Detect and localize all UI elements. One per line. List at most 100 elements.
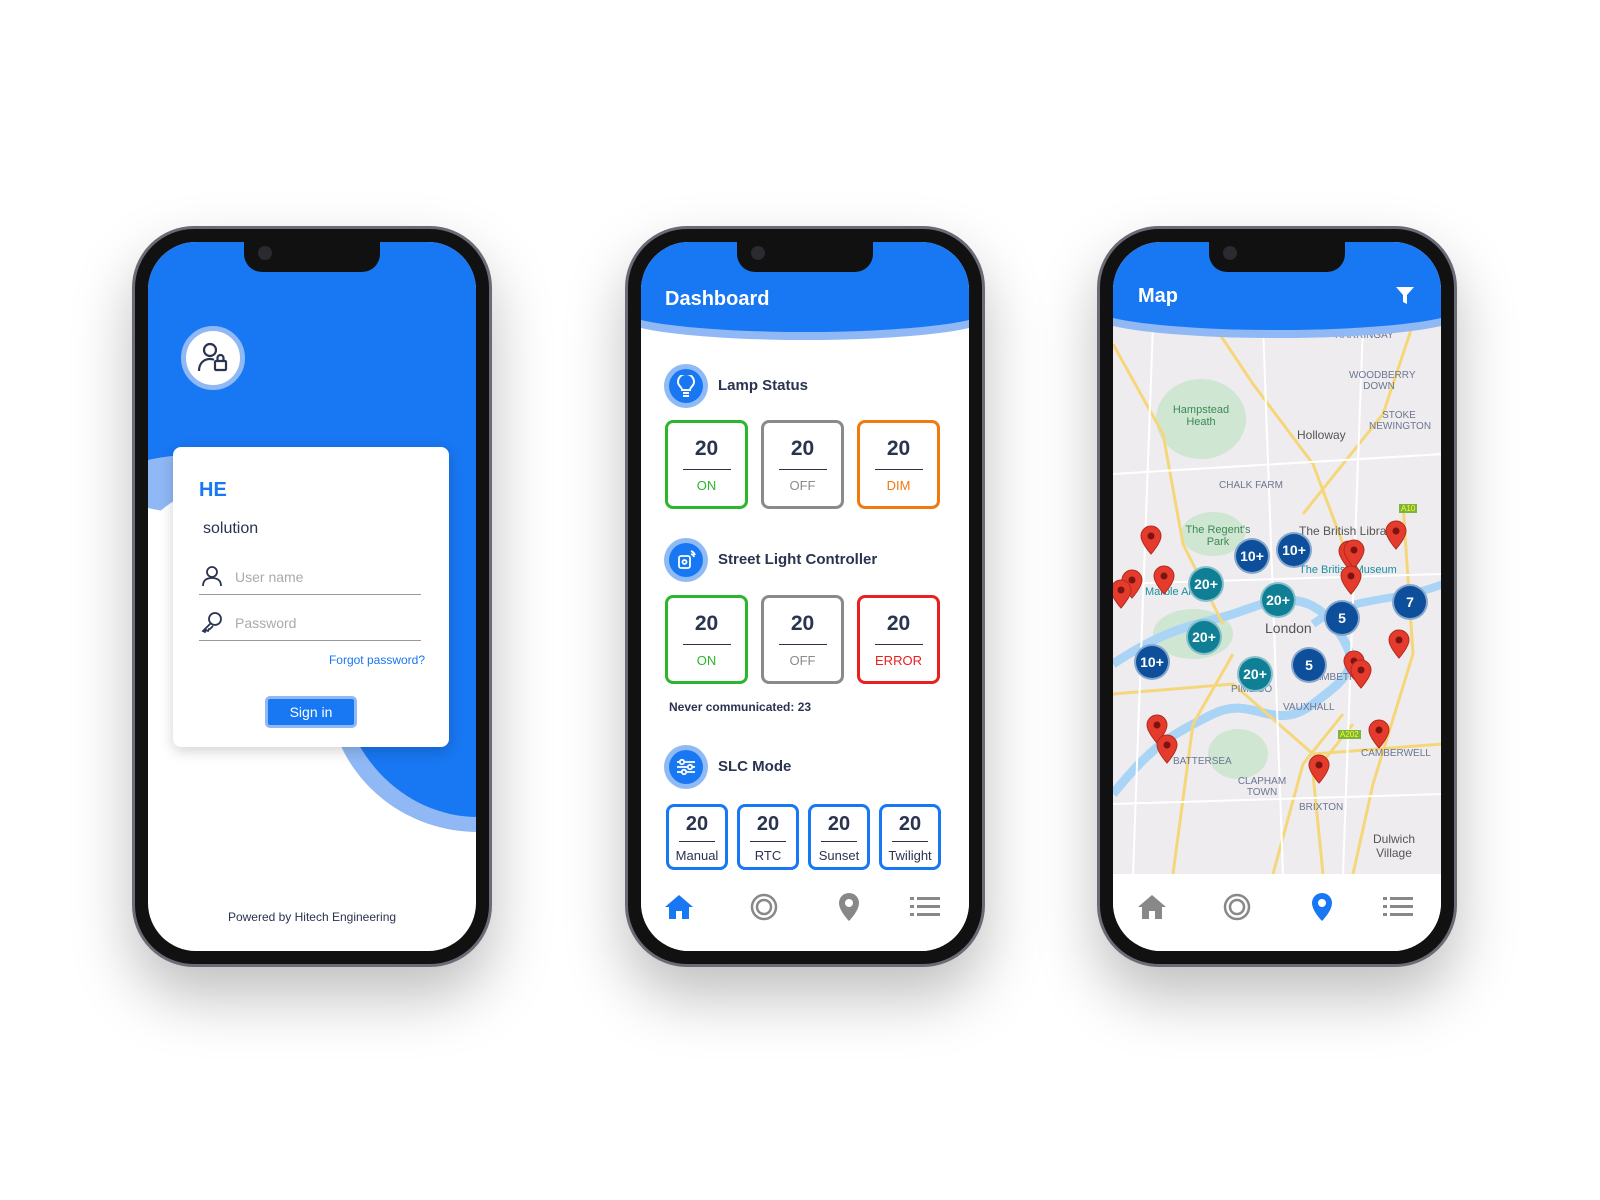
map-label: Holloway [1297, 428, 1346, 442]
map-cluster[interactable]: 10+ [1234, 538, 1270, 574]
login-card: HE solution User name Password Forgot pa… [173, 447, 449, 747]
label: ON [696, 478, 717, 493]
map-cluster[interactable]: 20+ [1186, 619, 1222, 655]
map-cluster[interactable]: 7 [1392, 584, 1428, 620]
map-label: WOODBERRY DOWN [1349, 370, 1416, 392]
label: OFF [789, 478, 816, 493]
lamp-dim-card[interactable]: 20 DIM [857, 420, 940, 509]
map-screen: HARRINGAY WOODBERRY DOWN Hampstead Heath… [1113, 242, 1441, 951]
label: ERROR [875, 653, 922, 668]
user-icon [202, 566, 222, 587]
home-icon[interactable] [1136, 891, 1168, 923]
home-icon[interactable] [663, 891, 695, 923]
mode-twilight-card[interactable]: 20 Twilight [879, 804, 941, 870]
mode-sunset-card[interactable]: 20 Sunset [808, 804, 870, 870]
username-field[interactable]: User name [199, 559, 421, 595]
map-cluster[interactable]: 5 [1324, 600, 1360, 636]
count: 20 [756, 813, 780, 835]
slc-on-card[interactable]: 20 ON [665, 595, 748, 684]
map-label: Dulwich Village [1372, 832, 1415, 860]
map-label: VAUXHALL [1283, 702, 1335, 713]
dashboard-screen: Dashboard Lamp Status 20 ON 20 OFF 20 DIM S… [641, 242, 969, 951]
phone-map: HARRINGAY WOODBERRY DOWN Hampstead Heath… [1097, 226, 1457, 967]
lamp-off-card[interactable]: 20 OFF [761, 420, 844, 509]
map-cluster[interactable]: 5 [1291, 647, 1327, 683]
road-shield: A202 [1338, 730, 1361, 739]
marker-pin-icon[interactable] [1368, 719, 1390, 749]
map-label: London [1265, 620, 1312, 636]
count: 20 [886, 437, 911, 460]
key-icon [201, 612, 222, 633]
slc-off-card[interactable]: 20 OFF [761, 595, 844, 684]
marker-pin-icon[interactable] [1153, 565, 1175, 595]
map-label: CLAPHAM TOWN [1237, 776, 1287, 798]
label: Twilight [888, 848, 932, 863]
label: DIM [886, 478, 911, 493]
brand-text: HE [199, 479, 227, 501]
slc-title: Street Light Controller [718, 551, 878, 568]
bulb-icon [664, 364, 708, 408]
marker-pin-icon[interactable] [1308, 754, 1330, 784]
map-label: CAMBERWELL [1361, 748, 1431, 759]
page-title: Map [1138, 285, 1178, 307]
page-title: Dashboard [665, 288, 770, 310]
mode-manual-card[interactable]: 20 Manual [666, 804, 728, 870]
slc-error-card[interactable]: 20 ERROR [857, 595, 940, 684]
brand-subtitle: solution [203, 520, 259, 537]
sign-in-button[interactable]: Sign in [265, 696, 357, 728]
map-cluster[interactable]: 20+ [1237, 656, 1273, 692]
notch [1209, 242, 1345, 272]
marker-pin-icon[interactable] [1340, 565, 1362, 595]
map-cluster[interactable]: 10+ [1276, 532, 1312, 568]
phone-login: HE solution User name Password Forgot pa… [132, 226, 492, 967]
notch [244, 242, 380, 272]
count: 20 [685, 813, 709, 835]
road-shield: A10 [1399, 504, 1418, 513]
count: 20 [694, 612, 719, 635]
pulse-icon[interactable] [1221, 891, 1253, 923]
forgot-password-link[interactable]: Forgot password? [329, 653, 425, 667]
marker-pin-icon[interactable] [1156, 734, 1178, 764]
count: 20 [898, 813, 922, 835]
label: Manual [675, 848, 719, 863]
map-cluster[interactable]: 20+ [1188, 566, 1224, 602]
marker-pin-icon[interactable] [1350, 659, 1372, 689]
pulse-icon[interactable] [748, 891, 780, 923]
location-pin-icon[interactable] [833, 891, 865, 923]
lamp-on-card[interactable]: 20 ON [665, 420, 748, 509]
map-cluster[interactable]: 20+ [1260, 582, 1296, 618]
map-cluster[interactable]: 10+ [1134, 644, 1170, 680]
map-label: HARRINGAY [1335, 330, 1394, 341]
lamp-status-title: Lamp Status [718, 377, 809, 394]
map-label: BATTERSEA [1173, 756, 1232, 767]
marker-pin-icon[interactable] [1385, 520, 1407, 550]
map-label: Hampstead Heath [1172, 404, 1230, 428]
filter-icon[interactable] [1395, 286, 1415, 306]
map-label: STOKE NEWINGTON [1369, 410, 1432, 432]
label: OFF [789, 653, 816, 668]
map-label: CHALK FARM [1219, 480, 1283, 491]
password-field[interactable]: Password [199, 605, 421, 641]
username-placeholder: User name [235, 569, 304, 585]
marker-pin-icon[interactable] [1113, 579, 1132, 609]
password-placeholder: Password [235, 615, 297, 631]
marker-pin-icon[interactable] [1388, 629, 1410, 659]
location-pin-icon[interactable] [1306, 891, 1338, 923]
count: 20 [827, 813, 851, 835]
count: 20 [694, 437, 719, 460]
count: 20 [790, 437, 815, 460]
sliders-icon [664, 745, 708, 789]
slc-mode-title: SLC Mode [718, 758, 792, 775]
menu-icon[interactable] [1382, 891, 1414, 923]
map-label: The British Library [1299, 524, 1397, 538]
login-screen: HE solution User name Password Forgot pa… [148, 242, 476, 951]
map-view[interactable]: HARRINGAY WOODBERRY DOWN Hampstead Heath… [1113, 324, 1441, 874]
notch [737, 242, 873, 272]
phone-dashboard: Dashboard Lamp Status 20 ON 20 OFF 20 DIM S… [625, 226, 985, 967]
mode-rtc-card[interactable]: 20 RTC [737, 804, 799, 870]
user-lock-icon [181, 326, 245, 390]
menu-icon[interactable] [909, 891, 941, 923]
marker-pin-icon[interactable] [1140, 525, 1162, 555]
count: 20 [886, 612, 911, 635]
footer-text: Powered by Hitech Engineering [227, 910, 397, 924]
